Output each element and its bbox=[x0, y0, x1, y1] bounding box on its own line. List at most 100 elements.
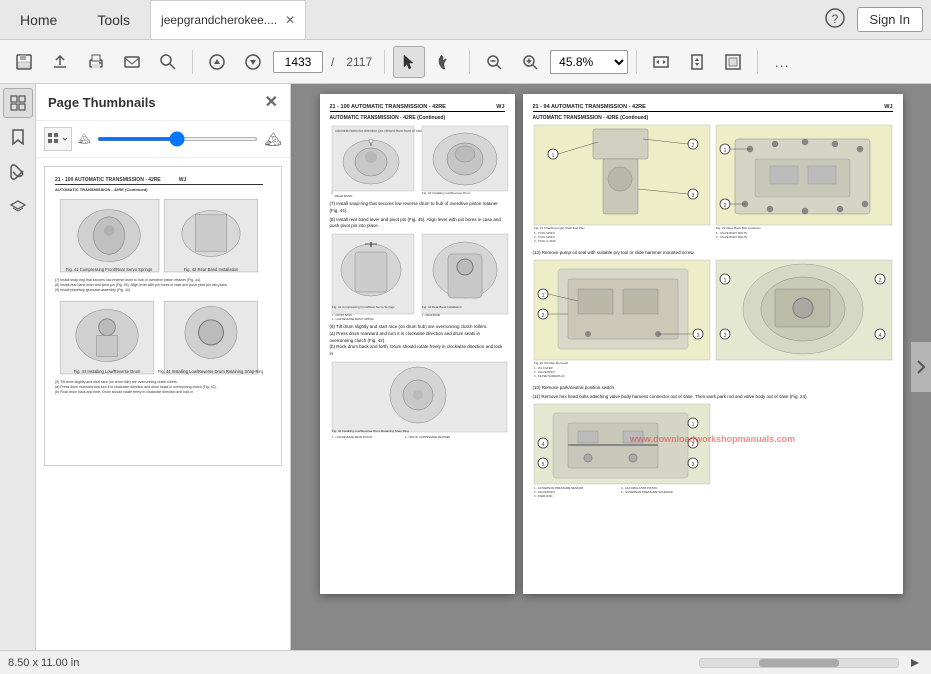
thumbnail-size-slider-container bbox=[97, 137, 259, 141]
next-page-nav-button[interactable] bbox=[911, 342, 931, 392]
svg-text:1: 1 bbox=[541, 293, 544, 299]
svg-text:2: 2 bbox=[691, 143, 694, 149]
left-figures-bottom: Fig. 41 Compressing Front/Rear Servo Spr… bbox=[330, 232, 510, 322]
svg-text:?: ? bbox=[831, 12, 838, 26]
file-tab[interactable]: jeepgrandcherokee.... ✕ bbox=[150, 0, 306, 39]
bookmarks-sidebar-button[interactable] bbox=[3, 122, 33, 152]
svg-text:3: 3 bbox=[723, 333, 726, 339]
zoom-out-button[interactable] bbox=[478, 46, 510, 78]
thumbnail-panel-close-button[interactable]: ✕ bbox=[265, 92, 278, 112]
thumb-figure-1: Fig. 41 Compressing Front/Rear Servo Spr… bbox=[55, 194, 263, 277]
home-tab[interactable]: Home bbox=[0, 0, 77, 39]
fit-page-button[interactable] bbox=[681, 46, 713, 78]
thumbnail-size-large-icon: 🏔 bbox=[264, 131, 282, 148]
page-of-label: / bbox=[331, 55, 334, 69]
layers-sidebar-button[interactable] bbox=[3, 190, 33, 220]
pdf-page-left: 21 - 100 AUTOMATIC TRANSMISSION - 42RE W… bbox=[320, 94, 515, 594]
bookmarks-icon bbox=[10, 128, 26, 146]
list-item[interactable]: 21 - 100 AUTOMATIC TRANSMISSION - 42RE W… bbox=[44, 166, 282, 466]
right-fig24: 1 2 3 4 5 1 - GOVERNOR PRESSURE SENSOR bbox=[533, 403, 711, 503]
left-subtitle: AUTOMATIC TRANSMISSION - 42RE (Continued… bbox=[330, 115, 505, 121]
left-drum-text: (9) Tilt drum slightly and start race (o… bbox=[330, 324, 505, 358]
right-subtitle: AUTOMATIC TRANSMISSION - 42RE (Continued… bbox=[533, 115, 893, 121]
svg-text:1: 1 bbox=[691, 422, 694, 428]
svg-text:Fig. 23 Valve Body Bolt Locati: Fig. 23 Valve Body Bolt Locations bbox=[716, 226, 761, 230]
right-note12: (12) Remove pump oil seal with suitable … bbox=[533, 250, 893, 257]
right-figures-top: 1 2 3 Fig. 21 Checking Input Shaft End P… bbox=[533, 124, 893, 246]
more-options-button[interactable]: ... bbox=[766, 46, 798, 78]
thumb-text-1: (7) Install snap-ring that secures low-r… bbox=[55, 278, 263, 293]
document-area: 21 - 100 AUTOMATIC TRANSMISSION - 42RE W… bbox=[291, 84, 931, 650]
dropdown-arrow-icon bbox=[61, 135, 69, 143]
left-step-8: (8) Install rear band lever and pivot pi… bbox=[330, 217, 505, 231]
svg-text:3: 3 bbox=[691, 193, 694, 199]
cursor-tool-button[interactable] bbox=[393, 46, 425, 78]
zoom-select[interactable]: 45.8% 50% 75% 100% Fit Page Fit Width bbox=[550, 50, 628, 74]
thumbnails-sidebar-button[interactable] bbox=[3, 88, 33, 118]
save-icon bbox=[15, 53, 33, 71]
thumb-subtitle: AUTOMATIC TRANSMISSION - 42RE (Continued… bbox=[55, 187, 263, 192]
grid-icon bbox=[47, 132, 61, 146]
zoom-out-icon bbox=[485, 53, 503, 71]
main-area: Page Thumbnails ✕ 🏔 🏔 bbox=[0, 84, 931, 650]
fit-visible-icon bbox=[724, 53, 742, 71]
fit-visible-button[interactable] bbox=[717, 46, 749, 78]
file-tab-name: jeepgrandcherokee.... bbox=[161, 13, 277, 27]
zoom-in-button[interactable] bbox=[514, 46, 546, 78]
hand-tool-button[interactable] bbox=[429, 46, 461, 78]
right-fig-detail: 1 2 3 4 bbox=[715, 259, 893, 379]
svg-text:- REAR BAND: - REAR BAND bbox=[333, 194, 353, 198]
right-note10: (10) Remove park/neutral position switch… bbox=[533, 385, 893, 392]
left-fig44: Fig. 44 Installing Low/Reverse Drum Reta… bbox=[330, 360, 510, 440]
up-arrow-icon bbox=[208, 53, 226, 71]
separator-4 bbox=[636, 50, 637, 74]
svg-text:1 - FRONT BAND: 1 - FRONT BAND bbox=[332, 314, 352, 317]
signin-label: Sign In bbox=[870, 12, 910, 27]
svg-text:odometer/selector direction (a: odometer/selector direction (as viewed f… bbox=[335, 129, 424, 133]
right-figures-middle: 1 2 3 Fig. 22 Oil Filter Removal 1 - OIL… bbox=[533, 259, 893, 381]
right-fig21: 1 2 3 Fig. 21 Checking Input Shaft End P… bbox=[533, 124, 711, 244]
next-page-button[interactable] bbox=[237, 46, 269, 78]
thumbnail-size-slider[interactable] bbox=[97, 137, 259, 141]
thumbnail-panel-title: Page Thumbnails bbox=[48, 95, 265, 110]
next-arrow-icon[interactable] bbox=[907, 655, 923, 671]
upload-button[interactable] bbox=[44, 46, 76, 78]
document-scroll[interactable]: 21 - 100 AUTOMATIC TRANSMISSION - 42RE W… bbox=[291, 84, 931, 650]
right-header-text: 21 - 94 AUTOMATIC TRANSMISSION - 42RE bbox=[533, 104, 646, 110]
left-step-7: (7) Install snap-ring that secures low r… bbox=[330, 201, 505, 215]
svg-text:Fig. 43 Installing Low/Reverse: Fig. 43 Installing Low/Reverse Drum bbox=[74, 369, 141, 374]
more-icon: ... bbox=[775, 54, 790, 70]
svg-text:Fig. 21 Checking Input Shaft E: Fig. 21 Checking Input Shaft End Play bbox=[534, 226, 585, 230]
help-icon: ? bbox=[825, 8, 845, 28]
right-fig23: 1 2 Fig. 23 Valve Body Bolt Locations 1 … bbox=[715, 124, 893, 244]
svg-text:Fig. 42 Rear Band Installation: Fig. 42 Rear Band Installation bbox=[422, 305, 462, 309]
prev-page-button[interactable] bbox=[201, 46, 233, 78]
page-spread: 21 - 100 AUTOMATIC TRANSMISSION - 42RE W… bbox=[320, 94, 903, 594]
search-button[interactable] bbox=[152, 46, 184, 78]
signin-button[interactable]: Sign In bbox=[857, 7, 923, 32]
right-fig21-container: 1 2 3 Fig. 21 Checking Input Shaft End P… bbox=[533, 124, 711, 246]
save-button[interactable] bbox=[8, 46, 40, 78]
horizontal-scrollbar[interactable] bbox=[699, 658, 899, 668]
attachments-sidebar-button[interactable] bbox=[3, 156, 33, 186]
thumbnail-panel-header: Page Thumbnails ✕ bbox=[36, 84, 290, 121]
email-button[interactable] bbox=[116, 46, 148, 78]
tab-close-button[interactable]: ✕ bbox=[285, 13, 295, 27]
svg-text:5: 5 bbox=[541, 462, 544, 468]
svg-text:3: 3 bbox=[696, 333, 699, 339]
tools-tab[interactable]: Tools bbox=[77, 0, 150, 39]
email-icon bbox=[123, 53, 141, 71]
fit-width-icon bbox=[652, 53, 670, 71]
thumbnail-toolbar: 🏔 🏔 bbox=[36, 121, 290, 158]
print-button[interactable] bbox=[80, 46, 112, 78]
fit-width-button[interactable] bbox=[645, 46, 677, 78]
svg-text:Fig. 22 Oil Filter Removal: Fig. 22 Oil Filter Removal bbox=[534, 361, 568, 365]
svg-text:1 - LOW-REVERSE DRUM PISTON: 1 - LOW-REVERSE DRUM PISTON bbox=[332, 436, 372, 439]
help-button[interactable]: ? bbox=[813, 8, 857, 31]
thumbnail-grid-toggle[interactable] bbox=[44, 127, 72, 151]
pdf-page-right: www.downloadworkshopmanuals.com 21 - 94 … bbox=[523, 94, 903, 594]
svg-text:3 - TOOL C-3339: 3 - TOOL C-3339 bbox=[534, 239, 556, 243]
down-arrow-icon bbox=[244, 53, 262, 71]
thumbnail-scroll-area[interactable]: 21 - 100 AUTOMATIC TRANSMISSION - 42RE W… bbox=[36, 158, 290, 650]
page-number-input[interactable] bbox=[273, 51, 323, 73]
